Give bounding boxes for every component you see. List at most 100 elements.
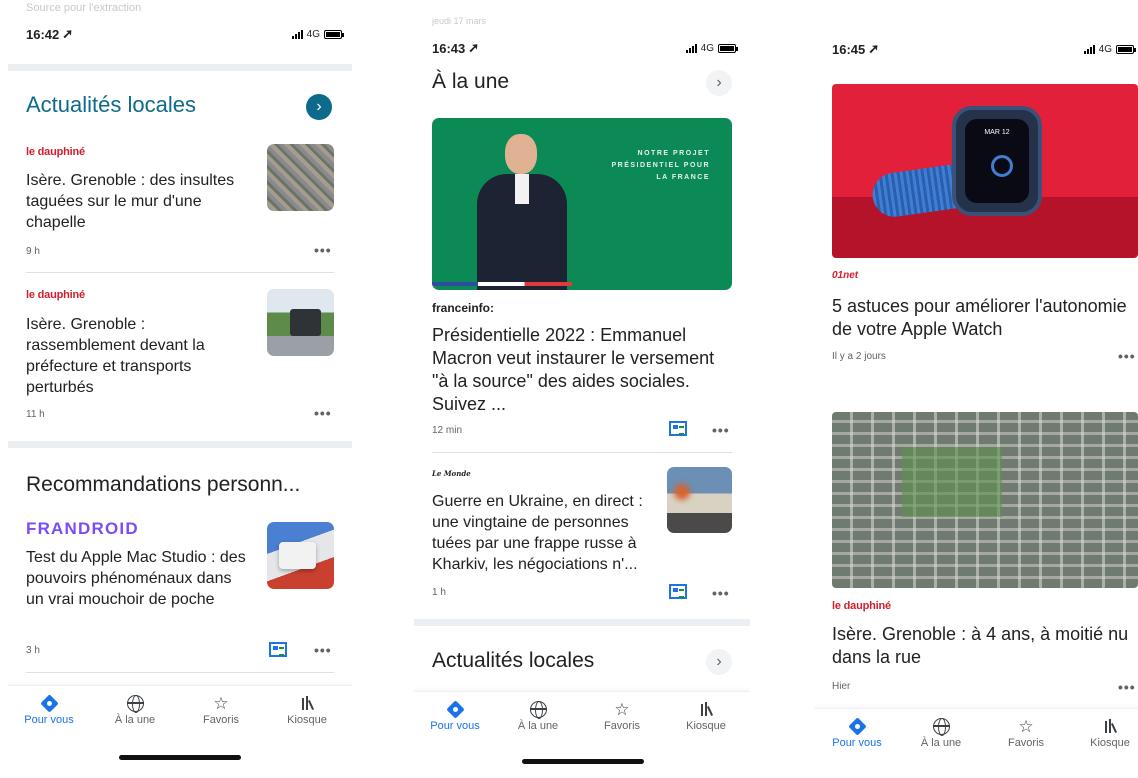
local-news-chevron-icon[interactable]: › [706,649,732,675]
source-logo: franceinfo: [432,301,495,315]
globe-icon [126,695,144,713]
bottom-tab-bar: Pour vous À la une ☆ Favoris Kiosque [414,691,750,761]
tab-a-la-une[interactable]: À la une [503,700,573,732]
article-headline[interactable]: Isère. Grenoble : à 4 ans, à moitié nu d… [832,623,1138,669]
headlines-title[interactable]: À la une [432,70,509,94]
local-news-title[interactable]: Actualités locales [432,649,594,673]
more-options-icon[interactable]: ••• [712,422,730,438]
tab-label: Pour vous [832,737,882,749]
tab-label: Favoris [603,720,641,732]
source-logo: le dauphiné [26,146,85,158]
status-time: 16:42 ➚ [26,26,74,42]
home-indicator[interactable] [522,759,644,764]
status-bar: 16:42 ➚ 4G [8,26,352,42]
phone-screen-1: Source pour l'extraction 16:42 ➚ 4G Actua… [8,0,352,778]
section-divider [8,441,352,448]
more-options-icon[interactable]: ••• [712,585,730,601]
source-logo: le dauphiné [26,289,85,301]
phone-screen-3: 16:45 ➚ 4G MAR 12 01net 5 astuces pour am… [814,0,1138,778]
full-coverage-icon[interactable] [669,421,687,436]
pour-vous-icon [445,700,465,719]
tab-pour-vous[interactable]: Pour vous [420,700,490,732]
article-headline[interactable]: Isère. Grenoble : des insultes taguées s… [26,170,251,233]
tab-label: À la une [114,714,156,726]
tab-a-la-une[interactable]: À la une [100,694,170,726]
headlines-chevron-icon[interactable]: › [706,70,732,96]
phone-screen-2: jeudi 17 mars 16:43 ➚ 4G À la une › NOTRE… [414,0,750,778]
local-news-chevron-icon[interactable]: › [306,94,332,120]
separator [26,672,334,673]
full-coverage-icon[interactable] [269,642,287,657]
kiosque-icon [302,694,315,710]
tab-pour-vous[interactable]: Pour vous [14,694,84,726]
flag-stripe [432,282,572,286]
watch-face: MAR 12 [965,119,1029,203]
tab-pour-vous[interactable]: Pour vous [822,717,892,749]
tab-a-la-une[interactable]: À la une [906,717,976,749]
source-logo: 01net [832,270,859,281]
network-label: 4G [306,28,320,40]
more-options-icon[interactable]: ••• [314,642,332,658]
more-options-icon[interactable]: ••• [1118,348,1136,364]
article-headline[interactable]: Isère. Grenoble : rassemblement devant l… [26,314,251,398]
article-image-watch[interactable]: MAR 12 [832,84,1138,258]
tab-label: À la une [920,737,962,749]
article-age: Hier [832,681,851,692]
article-age: 3 h [26,645,40,656]
globe-icon [529,701,547,719]
article-headline[interactable]: Guerre en Ukraine, en direct : une vingt… [432,491,657,575]
tab-label: Favoris [202,714,240,726]
more-options-icon[interactable]: ••• [1118,679,1136,695]
article-headline[interactable]: Présidentielle 2022 : Emmanuel Macron ve… [432,324,732,416]
more-options-icon[interactable]: ••• [314,242,332,258]
tab-label: Kiosque [1090,737,1130,749]
status-time: 16:43 ➚ [432,40,480,56]
signal-icon [291,29,303,39]
tab-favoris[interactable]: ☆ Favoris [587,700,657,732]
location-arrow-icon: ➚ [468,40,480,55]
tab-kiosque[interactable]: Kiosque [1075,717,1138,749]
tab-label: Kiosque [287,714,327,726]
full-coverage-icon[interactable] [669,584,687,599]
signal-icon [685,43,697,53]
image-slogan: NOTRE PROJET PRÉSIDENTIEL POUR LA FRANCE [611,150,710,181]
article-headline[interactable]: 5 astuces pour améliorer l'autonomie de … [832,295,1138,341]
status-bar: 16:43 ➚ 4G [414,40,750,56]
star-icon: ☆ [614,700,630,719]
kiosque-icon [1105,717,1118,733]
status-bar: 16:45 ➚ 4G [814,41,1138,57]
status-indicators: 4G [685,43,738,54]
section-divider [8,64,352,71]
article-image-aerial[interactable] [832,412,1138,588]
separator [432,452,732,453]
kiosque-icon [701,700,714,716]
battery-icon [718,43,738,53]
network-label: 4G [1098,43,1112,55]
location-arrow-icon: ➚ [868,41,880,56]
tab-label: Favoris [1007,737,1045,749]
article-thumbnail[interactable] [267,144,334,211]
tab-kiosque[interactable]: Kiosque [671,700,741,732]
article-thumbnail[interactable] [667,467,732,533]
pour-vous-icon [847,717,867,736]
home-indicator[interactable] [119,755,241,760]
article-thumbnail[interactable] [267,522,334,589]
speaker-figure [467,130,577,290]
more-options-icon[interactable]: ••• [314,405,332,421]
article-thumbnail[interactable] [267,289,334,356]
source-logo: le dauphiné [832,600,891,612]
main-article-image[interactable]: NOTRE PROJET PRÉSIDENTIEL POUR LA FRANCE [432,118,732,290]
section-divider [414,619,750,626]
tab-kiosque[interactable]: Kiosque [272,694,342,726]
recommendations-title[interactable]: Recommandations personn... [26,473,300,497]
status-indicators: 4G [1083,43,1136,55]
tab-favoris[interactable]: ☆ Favoris [991,717,1061,749]
pour-vous-icon [39,694,59,713]
star-icon: ☆ [1018,717,1034,736]
watch-case: MAR 12 [952,106,1042,216]
tab-favoris[interactable]: ☆ Favoris [186,694,256,726]
article-headline[interactable]: Test du Apple Mac Studio : des pouvoirs … [26,547,251,610]
tab-label: Pour vous [430,720,480,732]
local-news-title[interactable]: Actualités locales [26,92,196,118]
globe-icon [932,718,950,736]
